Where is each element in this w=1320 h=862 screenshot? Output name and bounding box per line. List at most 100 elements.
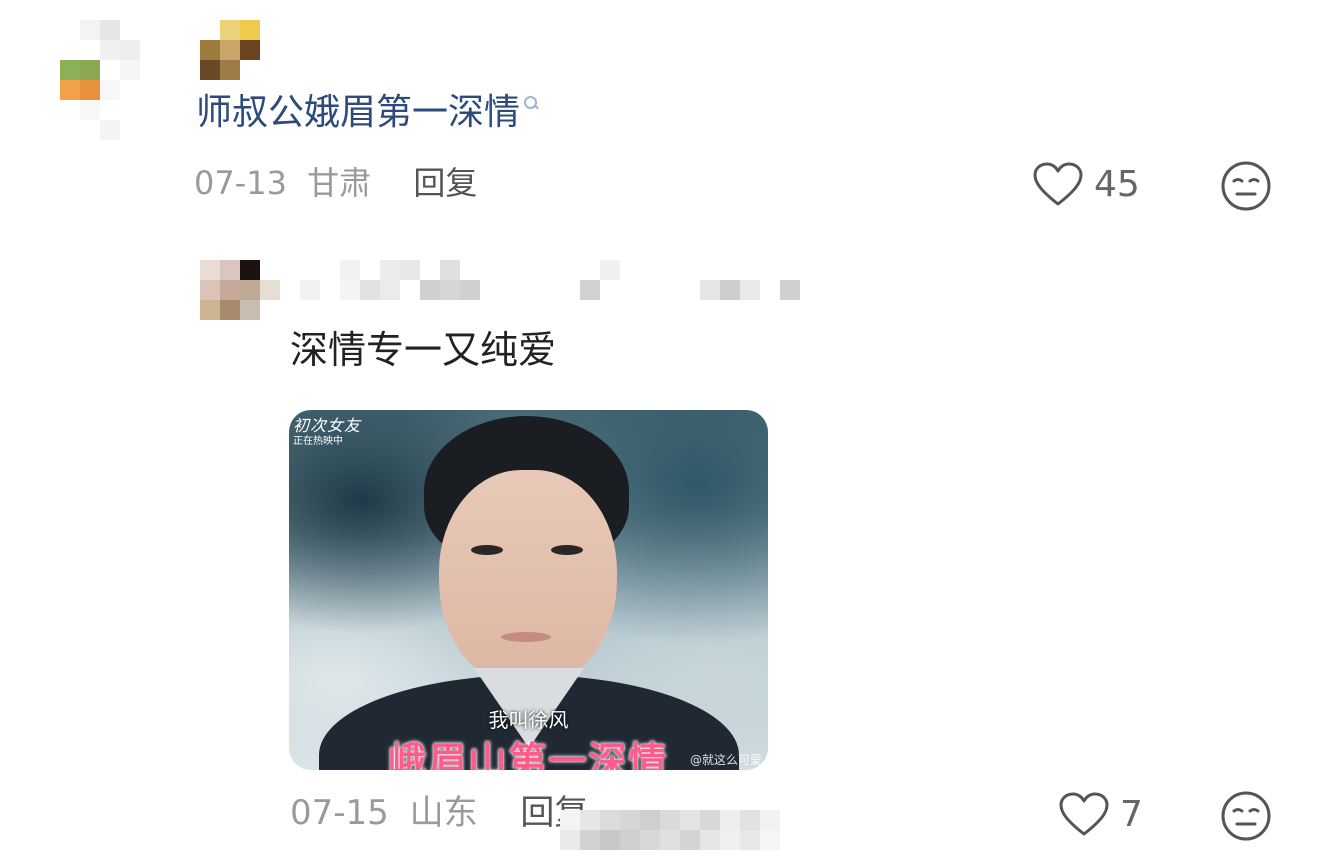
username-pixel [720,260,740,280]
avatar-pixel [220,260,240,280]
reply-image[interactable]: 初次女友 正在热映中 我叫徐风 峨眉山第一深情 @就这么可爱 [289,410,768,770]
reply-button[interactable]: 回复 [413,164,477,202]
username-pixel [460,280,480,300]
username-pixel [400,280,420,300]
username-pixel [740,280,760,300]
username[interactable]: 师叔公娥眉第一深情 [196,88,538,138]
username-pixel [440,280,460,300]
search-icon[interactable] [522,94,538,110]
badge-pixel [240,20,260,40]
username-pixel [560,280,580,300]
avatar[interactable] [60,20,160,140]
username-pixel [480,260,500,280]
badge-pixel [240,40,260,60]
username-pixel [300,260,320,280]
avatar-pixel [260,280,280,300]
overlay-pixel [600,810,620,830]
username-pixel [420,280,440,300]
avatar-pixel [60,40,80,60]
username-pixel [500,260,520,280]
username-pixel [780,260,800,280]
image-watermark: @就这么可爱 [689,753,762,767]
avatar-pixel [200,260,220,280]
avatar-pixel [140,80,160,100]
badge-pixel [220,60,240,80]
reply-avatar[interactable] [200,260,280,320]
username-pixel [740,260,760,280]
avatar-pixel [80,60,100,80]
username-pixel [400,260,420,280]
username-pixel [480,280,500,300]
avatar-pixel [140,100,160,120]
emoji-button[interactable] [1220,790,1272,846]
like-count: 45 [1094,164,1140,205]
overlay-pixel [780,810,800,830]
avatar-pixel [60,60,80,80]
reply-username[interactable] [300,260,800,300]
image-eye-right [551,545,583,555]
badge-pixel [220,40,240,60]
avatar-pixel [100,80,120,100]
username-pixel [700,280,720,300]
username-pixel [540,280,560,300]
reply-meta: 07-15 山东 回复 [290,790,588,836]
username-pixel [780,280,800,300]
overlay-pixel [780,830,800,850]
username-pixel [300,280,320,300]
like-button[interactable]: 7 [1058,792,1143,838]
username-pixel [580,260,600,280]
reply-date: 07-15 [290,793,389,833]
emoji-button[interactable] [1220,160,1272,216]
avatar-pixel [120,40,140,60]
overlay-pixel [680,830,700,850]
overlay-pixel [760,830,780,850]
username-pixel [600,280,620,300]
neutral-face-icon [1221,791,1271,841]
avatar-pixel [100,120,120,140]
image-logo-sub: 正在热映中 [293,436,343,447]
badge-pixel [240,60,260,80]
overlay-pixel [720,810,740,830]
badge-pixel [200,20,220,40]
badge-pixel [220,20,240,40]
like-button[interactable]: 45 [1032,162,1140,208]
avatar-pixel [260,260,280,280]
like-count: 7 [1120,794,1143,835]
overlay-pixel [620,810,640,830]
overlay-pixel [660,810,680,830]
overlay-pixel [700,810,720,830]
avatar-pixel [60,20,80,40]
image-subtitle-1: 我叫徐风 [488,708,569,732]
avatar-pixel [60,100,80,120]
overlay-pixel [560,830,580,850]
overlay-pixel [660,830,680,850]
image-eye-left [471,545,503,555]
avatar-pixel [120,120,140,140]
badge-pixel [200,60,220,80]
avatar-pixel [100,100,120,120]
avatar-pixel [140,20,160,40]
username-pixel [360,280,380,300]
blurred-overlay [560,810,800,850]
username-pixel [420,260,440,280]
overlay-pixel [580,810,600,830]
username-pixel [720,280,740,300]
overlay-pixel [600,830,620,850]
overlay-pixel [740,830,760,850]
avatar-pixel [140,60,160,80]
avatar-pixel [120,100,140,120]
username-pixel [580,280,600,300]
neutral-face-icon [1221,161,1271,211]
avatar-pixel [200,280,220,300]
overlay-pixel [620,830,640,850]
avatar-pixel [100,40,120,60]
username-pixel [340,260,360,280]
avatar-pixel [120,80,140,100]
overlay-pixel [720,830,740,850]
username-pixel [560,260,580,280]
username-pixel [660,280,680,300]
username-pixel [460,260,480,280]
reply-location: 山东 [409,793,478,833]
username-pixel [760,260,780,280]
username-pixel [680,260,700,280]
